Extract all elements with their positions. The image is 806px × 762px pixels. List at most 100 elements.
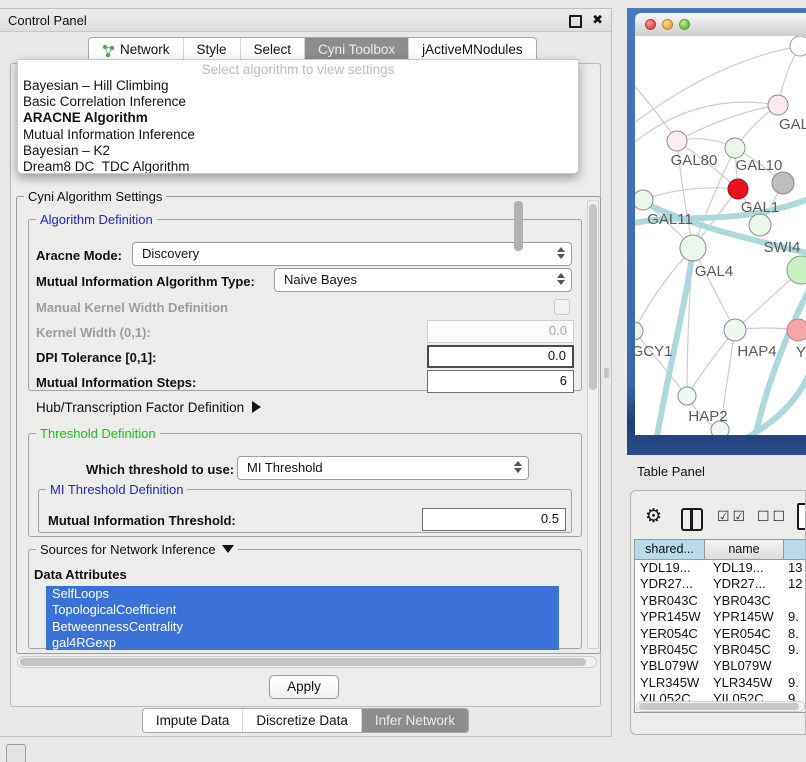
tab-network[interactable]: Network [89, 38, 183, 61]
attribute-list-item[interactable]: gal4RGexp [46, 635, 559, 650]
mi-threshold-field[interactable]: 0.5 [422, 508, 566, 531]
sources-group-title[interactable]: Sources for Network Inference [36, 542, 238, 557]
node-gal11[interactable] [635, 190, 653, 210]
dropdown-item[interactable]: Basic Correlation Inference [18, 94, 578, 110]
table-cell[interactable]: YBR043C [635, 593, 705, 609]
table-row[interactable]: YDR27...YDR27...12 [635, 576, 806, 592]
table-cell[interactable]: 8. [784, 626, 806, 642]
node-gal4[interactable] [680, 235, 706, 261]
table-cell[interactable]: YER054C [705, 626, 784, 642]
tab-infer-network[interactable]: Infer Network [361, 709, 468, 732]
tab-discretize-data[interactable]: Discretize Data [242, 709, 361, 732]
table-cell[interactable]: 12 [784, 576, 806, 592]
node-hap4[interactable] [724, 319, 746, 341]
which-threshold-select[interactable]: MI Threshold [237, 456, 529, 480]
close-icon[interactable]: ✖ [592, 12, 603, 28]
table-horizontal-scrollbar[interactable] [636, 701, 805, 712]
dropdown-item[interactable]: Dream8 DC_TDC Algorithm [18, 159, 578, 174]
table-cell[interactable]: 9. [784, 609, 806, 625]
dropdown-item[interactable]: Mutual Information Inference [18, 127, 578, 143]
node-gray[interactable] [772, 172, 794, 194]
tab-style[interactable]: Style [183, 38, 240, 61]
close-window-icon[interactable] [645, 19, 656, 30]
table-cell[interactable]: YBR043C [705, 593, 784, 609]
node-gal10[interactable] [725, 138, 745, 158]
tab-impute-data[interactable]: Impute Data [143, 709, 243, 732]
dpi-tolerance-field[interactable]: 0.0 [427, 345, 574, 368]
node-gal1-selected[interactable] [728, 179, 748, 199]
column-header-name[interactable]: name [705, 540, 784, 559]
table-row[interactable]: YLR345WYLR345W9. [635, 675, 806, 691]
table-row[interactable]: YBR045CYBR045C9. [635, 642, 806, 658]
table-cell[interactable]: YPR145W [635, 609, 705, 625]
manual-kernel-checkbox[interactable] [554, 299, 570, 315]
table-cell[interactable]: 13 [784, 560, 806, 576]
node-gal-pink[interactable] [768, 95, 788, 115]
apply-button[interactable]: Apply [269, 675, 339, 699]
table-row[interactable]: YBR043CYBR043C [635, 593, 806, 609]
new-document-icon[interactable] [797, 503, 806, 530]
node-gcy1[interactable] [635, 322, 643, 340]
table-hscroll-thumb[interactable] [639, 703, 799, 710]
which-threshold-label: Which threshold to use: [86, 462, 234, 477]
network-canvas[interactable]: GALGAL80GAL10GAL1GAL11SWI4GAL4GCY1HAP4YH… [635, 36, 806, 435]
table-row[interactable]: YDL19...YDL19...13 [635, 560, 806, 576]
mi-threshold-definition-title: MI Threshold Definition [46, 482, 187, 497]
node-swi4[interactable] [749, 214, 771, 236]
table-cell[interactable]: 9. [784, 642, 806, 658]
dropdown-item[interactable]: ARACNE Algorithm [18, 110, 578, 126]
table-cell[interactable]: YER054C [635, 626, 705, 642]
aracne-mode-select[interactable]: Discovery [132, 242, 572, 266]
table-cell[interactable] [784, 658, 806, 674]
attribute-list-item[interactable]: TopologicalCoefficient [46, 602, 559, 618]
minimized-panel-icon[interactable] [6, 744, 26, 762]
mi-steps-field[interactable]: 6 [427, 370, 574, 393]
table-cell[interactable]: YLR345W [705, 675, 784, 691]
attribute-list-scrollbar-thumb[interactable] [514, 201, 523, 251]
hub-section-toggle[interactable]: Hub/Transcription Factor Definition [36, 400, 261, 415]
table-cell[interactable]: YBL079W [705, 658, 784, 674]
table-cell[interactable]: YDL19... [705, 560, 784, 576]
tab-cyni-toolbox[interactable]: Cyni Toolbox [304, 38, 408, 61]
minimize-window-icon[interactable] [662, 19, 673, 30]
dropdown-item[interactable]: Bayesian – K2 [18, 143, 578, 159]
node-gal80[interactable] [667, 131, 687, 151]
table-row[interactable]: YPR145WYPR145W9. [635, 609, 806, 625]
table-row[interactable]: YER054CYER054C8. [635, 626, 806, 642]
panel-splitter-handle[interactable] [604, 368, 609, 378]
tab-jactivemnodules[interactable]: jActiveMNodules [408, 38, 536, 61]
gear-icon[interactable]: ⚙ [645, 505, 662, 528]
node-pink-right[interactable] [787, 319, 806, 341]
mi-type-select[interactable]: Naive Bayes [274, 268, 572, 292]
check-all-icon[interactable]: ☑☑ [717, 508, 748, 525]
settings-vertical-scrollbar[interactable] [587, 200, 599, 649]
table-row[interactable]: YBL079WYBL079W [635, 658, 806, 674]
tab-select[interactable]: Select [240, 38, 305, 61]
zoom-window-icon[interactable] [679, 19, 690, 30]
table-cell[interactable]: YBR045C [705, 642, 784, 658]
table-cell[interactable] [784, 593, 806, 609]
table-cell[interactable]: 9. [784, 675, 806, 691]
table-cell[interactable]: YDR27... [705, 576, 784, 592]
table-cell[interactable]: YPR145W [705, 609, 784, 625]
algorithm-dropdown-list: Select algorithm to view settings Bayesi… [17, 59, 579, 174]
attribute-list-item[interactable]: SelfLoops [46, 586, 559, 602]
table-cell[interactable]: YDL19... [635, 560, 705, 576]
column-header-partial[interactable] [784, 540, 806, 559]
settings-horizontal-scrollbar[interactable] [17, 656, 597, 668]
node-hap2[interactable] [678, 387, 696, 405]
table-cell[interactable]: YBL079W [635, 658, 705, 674]
column-layout-icon[interactable] [681, 508, 703, 531]
table-cell[interactable]: YLR345W [635, 675, 705, 691]
table-cell[interactable]: YBR045C [635, 642, 705, 658]
settings-vscroll-thumb[interactable] [589, 204, 597, 390]
node-partial-top[interactable] [790, 36, 806, 56]
data-attributes-list[interactable]: SelfLoopsTopologicalCoefficientBetweenne… [46, 586, 559, 650]
attribute-list-item[interactable]: BetweennessCentrality [46, 619, 559, 635]
uncheck-all-icon[interactable]: ☐☐ [757, 508, 788, 525]
column-header-shared-name[interactable]: shared... [635, 540, 705, 559]
table-cell[interactable]: YDR27... [635, 576, 705, 592]
dropdown-item[interactable]: Bayesian – Hill Climbing [18, 78, 578, 94]
settings-hscroll-thumb[interactable] [20, 658, 586, 666]
float-panel-icon[interactable] [569, 15, 582, 28]
